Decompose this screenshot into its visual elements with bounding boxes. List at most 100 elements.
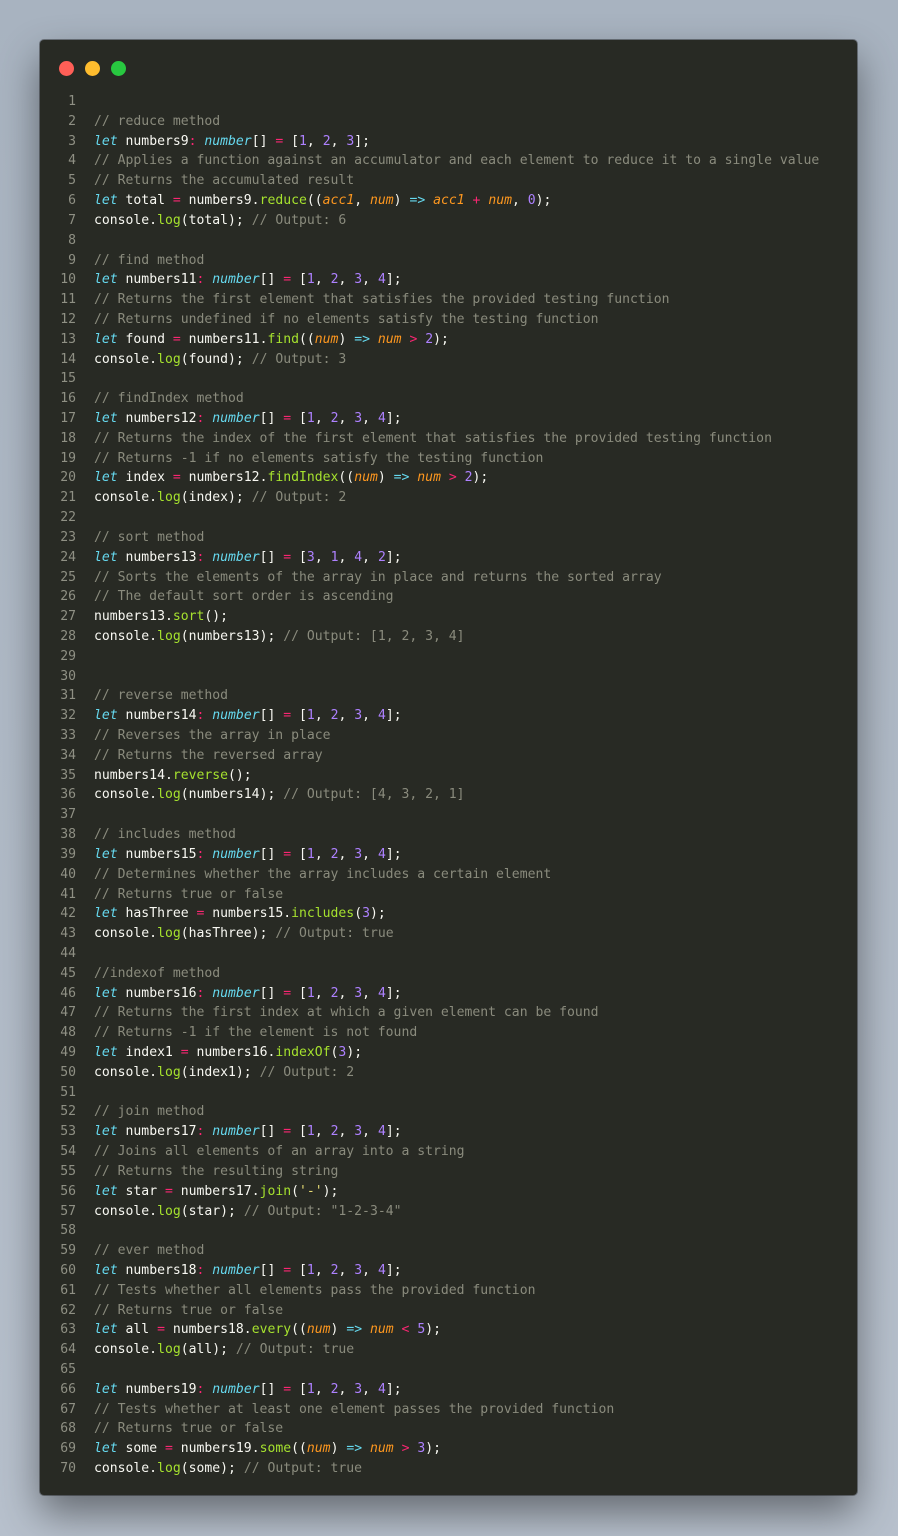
code-line[interactable]: 60 let numbers18: number[] = [1, 2, 3, 4]… [40, 1261, 857, 1281]
code-line[interactable]: 62 // Returns true or false [40, 1301, 857, 1321]
code-line[interactable]: 11 // Returns the first element that sati… [40, 290, 857, 310]
code-text: let index1 = numbers16.indexOf(3); [94, 1043, 362, 1063]
code-line[interactable]: 57 console.log(star); // Output: "1-2-3-4… [40, 1202, 857, 1222]
code-line[interactable]: 21 console.log(index); // Output: 2 [40, 488, 857, 508]
close-window-icon[interactable] [59, 61, 74, 76]
code-line[interactable]: 35 numbers14.reverse(); [40, 766, 857, 786]
code-line[interactable]: 25 // Sorts the elements of the array in … [40, 568, 857, 588]
code-line[interactable]: 52 // join method [40, 1102, 857, 1122]
code-line[interactable]: 28 console.log(numbers13); // Output: [1,… [40, 627, 857, 647]
code-line[interactable]: 24 let numbers13: number[] = [3, 1, 4, 2]… [40, 548, 857, 568]
code-line[interactable]: 17 let numbers12: number[] = [1, 2, 3, 4]… [40, 409, 857, 429]
code-line[interactable]: 63 let all = numbers18.every((num) => num… [40, 1320, 857, 1340]
code-line[interactable]: 33 // Reverses the array in place [40, 726, 857, 746]
code-token-plain: [] [259, 708, 284, 724]
code-editor[interactable]: 1 2// reduce method 3 let numbers9: number[… [40, 92, 857, 1479]
code-line[interactable]: 65 [40, 1360, 857, 1380]
code-line[interactable]: 9 // find method [40, 251, 857, 271]
code-line[interactable]: 10 let numbers11: number[] = [1, 2, 3, 4]… [40, 270, 857, 290]
code-line[interactable]: 50 console.log(index1); // Output: 2 [40, 1063, 857, 1083]
line-number: 17 [60, 411, 76, 426]
code-line[interactable]: 18 // Returns the index of the first elem… [40, 429, 857, 449]
code-token-op: = [283, 549, 292, 565]
maximize-window-icon[interactable] [111, 61, 126, 76]
code-line[interactable]: 36 console.log(numbers14); // Output: [4,… [40, 785, 857, 805]
code-token-comment: // includes method [94, 827, 236, 843]
code-token-kw: let [94, 1262, 118, 1278]
code-line[interactable]: 59 // ever method [40, 1241, 857, 1261]
code-line[interactable]: 37 [40, 805, 857, 825]
code-line[interactable]: 7 console.log(total); // Output: 6 [40, 211, 857, 231]
code-line[interactable]: 43 console.log(hasThree); // Output: true [40, 924, 857, 944]
code-line[interactable]: 68 // Returns true or false [40, 1419, 857, 1439]
code-line[interactable]: 3 let numbers9: number[] = [1, 2, 3]; [40, 132, 857, 152]
code-line[interactable]: 61 // Tests whether all elements pass the… [40, 1281, 857, 1301]
code-line[interactable]: 16 // findIndex method [40, 389, 857, 409]
code-line[interactable]: 4 // Applies a function against an accumu… [40, 151, 857, 171]
code-line[interactable]: 6 let total = numbers9.reduce((acc1, num)… [40, 191, 857, 211]
code-token-plain: numbers19 [117, 1381, 197, 1397]
line-number: 40 [60, 866, 76, 882]
code-line[interactable]: 49 let index1 = numbers16.indexOf(3); [40, 1043, 857, 1063]
code-line[interactable]: 41 // Returns true or false [40, 885, 857, 905]
code-text: // join method [94, 1102, 204, 1122]
code-line[interactable]: 69 let some = numbers19.some((num) => num… [40, 1439, 857, 1459]
code-line[interactable]: 54 // Joins all elements of an array into… [40, 1142, 857, 1162]
line-number: 24 [60, 549, 76, 565]
code-line[interactable]: 27 numbers13.sort(); [40, 607, 857, 627]
code-line[interactable]: 29 [40, 647, 857, 667]
code-line[interactable]: 15 [40, 369, 857, 389]
code-line[interactable]: 45 //indexof method [40, 964, 857, 984]
line-number: 58 [60, 1223, 76, 1239]
code-line[interactable]: 56 let star = numbers17.join('-'); [40, 1182, 857, 1202]
code-line[interactable]: 23 // sort method [40, 528, 857, 548]
code-line[interactable]: 44 [40, 944, 857, 964]
line-number: 56 [60, 1183, 76, 1199]
minimize-window-icon[interactable] [85, 61, 100, 76]
code-line[interactable]: 31 // reverse method [40, 686, 857, 706]
code-line[interactable]: 34 // Returns the reversed array [40, 746, 857, 766]
code-line[interactable]: 70 console.log(some); // Output: true [40, 1459, 857, 1479]
code-line[interactable]: 13 let found = numbers11.find((num) => nu… [40, 330, 857, 350]
code-line[interactable]: 12 // Returns undefined if no elements sa… [40, 310, 857, 330]
code-line[interactable]: 40 // Determines whether the array includ… [40, 865, 857, 885]
line-number: 59 [60, 1243, 76, 1259]
code-line[interactable]: 2 // reduce method [40, 112, 857, 132]
code-line[interactable]: 51 [40, 1083, 857, 1103]
code-token-plain: index1 [117, 1045, 181, 1060]
code-line[interactable]: 55 // Returns the resulting string [40, 1162, 857, 1182]
code-token-num: 3 [354, 1262, 363, 1278]
code-line[interactable]: 48 // Returns -1 if the element is not fo… [40, 1023, 857, 1043]
code-token-op: = [172, 193, 181, 209]
code-line[interactable]: 19 // Returns -1 if no elements satisfy t… [40, 449, 857, 469]
code-line[interactable]: 46 let numbers16: number[] = [1, 2, 3, 4]… [40, 984, 857, 1004]
code-line[interactable]: 67 // Tests whether at least one element … [40, 1400, 857, 1420]
code-line[interactable]: 8 [40, 231, 857, 251]
code-line[interactable]: 32 let numbers14: number[] = [1, 2, 3, 4]… [40, 706, 857, 726]
code-line[interactable]: 38 // includes method [40, 825, 857, 845]
code-line[interactable]: 64 console.log(all); // Output: true [40, 1340, 857, 1360]
line-number: 27 [60, 609, 76, 625]
line-number: 68 [60, 1421, 76, 1437]
code-token-plain: , [338, 846, 355, 862]
code-token-plain: ) [393, 193, 410, 209]
code-token-plain: , [338, 1262, 355, 1278]
code-line[interactable]: 39 let numbers15: number[] = [1, 2, 3, 4]… [40, 845, 857, 865]
code-token-op: = [283, 846, 292, 862]
code-line[interactable]: 5 // Returns the accumulated result [40, 171, 857, 191]
code-line[interactable]: 14 console.log(found); // Output: 3 [40, 350, 857, 370]
code-text: // reduce method [94, 112, 220, 132]
code-line[interactable]: 47 // Returns the first index at which a … [40, 1003, 857, 1023]
code-line[interactable]: 1 [40, 92, 857, 112]
code-line[interactable]: 66 let numbers19: number[] = [1, 2, 3, 4]… [40, 1380, 857, 1400]
code-token-plain: (( [306, 193, 323, 209]
code-line[interactable]: 26 // The default sort order is ascending [40, 587, 857, 607]
code-text: let total = numbers9.reduce((acc1, num) … [94, 191, 551, 211]
code-line[interactable]: 53 let numbers17: number[] = [1, 2, 3, 4]… [40, 1122, 857, 1142]
code-line[interactable]: 22 [40, 508, 857, 528]
code-line[interactable]: 20 let index = numbers12.findIndex((num) … [40, 468, 857, 488]
code-line[interactable]: 42 let hasThree = numbers15.includes(3); [40, 904, 857, 924]
code-text: // Reverses the array in place [94, 726, 331, 746]
code-line[interactable]: 30 [40, 667, 857, 687]
code-line[interactable]: 58 [40, 1221, 857, 1241]
